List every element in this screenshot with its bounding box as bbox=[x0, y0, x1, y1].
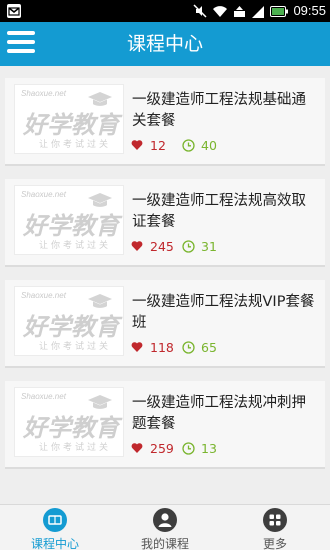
mute-icon bbox=[193, 4, 207, 18]
hours-count: 40 bbox=[201, 137, 217, 153]
thumbnail-slogan: 让你考试过关 bbox=[39, 342, 112, 352]
user-icon bbox=[153, 508, 177, 532]
hours-count: 13 bbox=[201, 440, 217, 456]
status-bar: 09:55 bbox=[0, 0, 330, 22]
sync-icon bbox=[234, 5, 246, 17]
clock-icon bbox=[182, 340, 195, 354]
thumbnail-slogan: 让你考试过关 bbox=[39, 140, 112, 150]
page-title: 课程中心 bbox=[126, 33, 203, 55]
wifi-icon bbox=[213, 5, 228, 17]
thumbnail-brand: Shaoxue.net bbox=[21, 392, 66, 401]
course-title: 一级建造师工程法规基础通关套餐 bbox=[132, 92, 306, 129]
thumbnail-name: 好学教育 bbox=[23, 414, 119, 442]
course-card[interactable]: Shaoxue.net 好学教育 让你考试过关 一级建造师工程法规基础通关套餐 … bbox=[5, 78, 325, 166]
clock-icon bbox=[182, 239, 195, 253]
tab-label: 课程中心 bbox=[30, 537, 79, 550]
thumbnail-name: 好学教育 bbox=[23, 313, 119, 341]
course-title: 一级建造师工程法规冲刺押题套餐 bbox=[132, 395, 306, 432]
course-thumbnail: Shaoxue.net 好学教育 让你考试过关 bbox=[14, 387, 124, 457]
heart-icon bbox=[131, 140, 143, 150]
thumbnail-brand: Shaoxue.net bbox=[21, 291, 66, 300]
heart-icon bbox=[131, 443, 143, 453]
like-count: 12 bbox=[150, 137, 166, 153]
thumbnail-slogan: 让你考试过关 bbox=[39, 241, 112, 251]
course-title: 一级建造师工程法规高效取证套餐 bbox=[132, 193, 306, 230]
course-card[interactable]: Shaoxue.net 好学教育 让你考试过关 一级建造师工程法规冲刺押题套餐 … bbox=[5, 381, 325, 469]
heart-icon bbox=[131, 241, 143, 251]
course-stats: 118 65 bbox=[131, 339, 217, 355]
like-count: 245 bbox=[150, 238, 174, 254]
grid-icon bbox=[263, 508, 287, 532]
thumbnail-brand: Shaoxue.net bbox=[21, 190, 66, 199]
course-thumbnail: Shaoxue.net 好学教育 让你考试过关 bbox=[14, 286, 124, 356]
thumbnail-slogan: 让你考试过关 bbox=[39, 443, 112, 453]
tab-my-courses[interactable]: 我的课程 bbox=[110, 505, 220, 550]
thumbnail-name: 好学教育 bbox=[23, 111, 119, 139]
hours-count: 65 bbox=[201, 339, 217, 355]
signal-icon bbox=[252, 5, 265, 18]
thumbnail-brand: Shaoxue.net bbox=[21, 89, 66, 98]
clock-icon bbox=[182, 138, 195, 152]
bottom-tab-bar: 课程中心 我的课程 更多 bbox=[0, 504, 330, 550]
mail-notification-icon bbox=[7, 4, 21, 18]
course-card[interactable]: Shaoxue.net 好学教育 让你考试过关 一级建造师工程法规高效取证套餐 … bbox=[5, 179, 325, 267]
course-thumbnail: Shaoxue.net 好学教育 让你考试过关 bbox=[14, 84, 124, 154]
course-stats: 245 31 bbox=[131, 238, 217, 254]
course-list[interactable]: Shaoxue.net 好学教育 让你考试过关 一级建造师工程法规基础通关套餐 … bbox=[0, 66, 330, 504]
course-thumbnail: Shaoxue.net 好学教育 让你考试过关 bbox=[14, 185, 124, 255]
like-count: 259 bbox=[150, 440, 174, 456]
tab-more[interactable]: 更多 bbox=[220, 505, 330, 550]
course-card[interactable]: Shaoxue.net 好学教育 让你考试过关 一级建造师工程法规VIP套餐班 … bbox=[5, 280, 325, 368]
app-header: 课程中心 bbox=[0, 22, 330, 66]
like-count: 118 bbox=[150, 339, 174, 355]
hours-count: 31 bbox=[201, 238, 217, 254]
tab-label: 我的课程 bbox=[140, 537, 189, 550]
thumbnail-name: 好学教育 bbox=[23, 212, 119, 240]
course-stats: 259 13 bbox=[131, 440, 217, 456]
book-icon bbox=[43, 508, 67, 532]
heart-icon bbox=[131, 342, 143, 352]
status-time: 09:55 bbox=[293, 3, 326, 18]
tab-course-center[interactable]: 课程中心 bbox=[0, 505, 110, 550]
course-stats: 12 40 bbox=[131, 137, 217, 153]
tab-label: 更多 bbox=[262, 537, 287, 550]
course-title: 一级建造师工程法规VIP套餐班 bbox=[132, 294, 315, 331]
battery-icon bbox=[270, 5, 289, 17]
clock-icon bbox=[182, 441, 195, 455]
